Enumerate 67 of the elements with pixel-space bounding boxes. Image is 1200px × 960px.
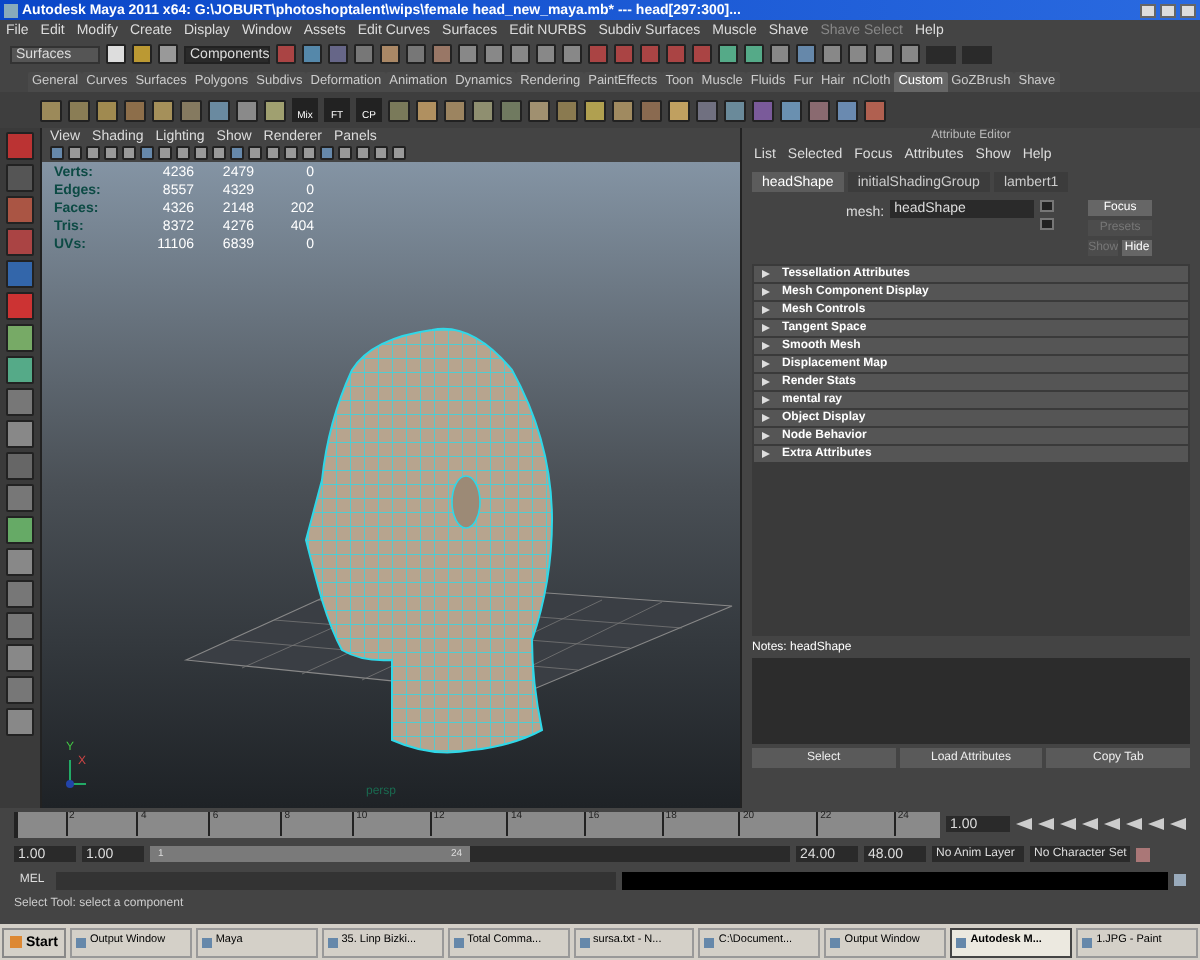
shelf-icon[interactable] [752,99,774,121]
app-icon [75,937,86,947]
minimize-icon[interactable] [1140,3,1156,17]
axis-icon [66,759,87,788]
app-icon [704,937,715,947]
windows-logo-icon [10,936,22,948]
shelf-icon[interactable] [640,99,662,121]
input-field[interactable] [962,45,992,63]
shelf-icon[interactable] [236,99,258,121]
shelf-icon[interactable] [388,99,410,121]
shelf-icon[interactable] [864,99,886,121]
app-icon [201,937,212,947]
shelf-icon[interactable] [500,99,522,121]
tool-icon[interactable] [6,356,34,384]
shelf-icon[interactable] [180,99,202,121]
tool-icon[interactable] [6,676,34,704]
shelf-icon[interactable] [152,99,174,121]
maximize-icon[interactable] [1160,3,1176,17]
shelf-icon[interactable] [96,99,118,121]
tool-icon[interactable] [6,388,34,416]
shelf-icon[interactable] [124,99,146,121]
tool-icon[interactable] [6,580,34,608]
tool-icon[interactable] [6,228,34,256]
tool-icon[interactable] [6,132,34,160]
shelf-icon[interactable] [416,99,438,121]
tool-icon[interactable] [6,708,34,736]
shelf-icon[interactable] [836,99,858,121]
input-field[interactable] [926,45,956,63]
tool-icon[interactable] [6,612,34,640]
app-icon [453,937,464,947]
shelf-icon[interactable] [68,99,90,121]
tool-icon[interactable] [6,484,34,512]
shelf-icon[interactable] [612,99,634,121]
input-connection-icon[interactable] [1040,200,1055,212]
tool-icon[interactable] [6,292,34,320]
tool-icon[interactable] [6,516,34,544]
app-icon [4,3,18,17]
close-icon[interactable] [1180,3,1196,17]
tool-icon[interactable] [6,644,34,672]
shelf-icon[interactable] [556,99,578,121]
app-icon [830,937,841,947]
shelf-icon[interactable] [780,99,802,121]
tool-icon[interactable] [6,420,34,448]
shelf-icon[interactable] [584,99,606,121]
app-icon [956,937,967,947]
tool-icon[interactable] [6,260,34,288]
tool-icon[interactable] [6,452,34,480]
current-time-marker[interactable] [14,811,18,837]
shelf-icon[interactable] [696,99,718,121]
shelf-icon[interactable] [40,99,62,121]
shelf-icon[interactable] [724,99,746,121]
notes-field[interactable] [752,658,1190,744]
shelf-icon[interactable] [808,99,830,121]
shelf-icon[interactable] [528,99,550,121]
app-icon [579,937,590,947]
tool-icon[interactable] [6,196,34,224]
tool-icon[interactable] [6,324,34,352]
tool-icon[interactable] [6,548,34,576]
shelf-icon[interactable] [668,99,690,121]
shelf-icon[interactable] [472,99,494,121]
shelf-icon[interactable] [444,99,466,121]
output-connection-icon[interactable] [1040,218,1055,230]
key-icon[interactable] [1136,847,1150,861]
shelf-icon[interactable] [264,99,286,121]
app-icon [327,937,338,947]
shelf-icon[interactable] [208,99,230,121]
app-icon [1082,937,1093,947]
